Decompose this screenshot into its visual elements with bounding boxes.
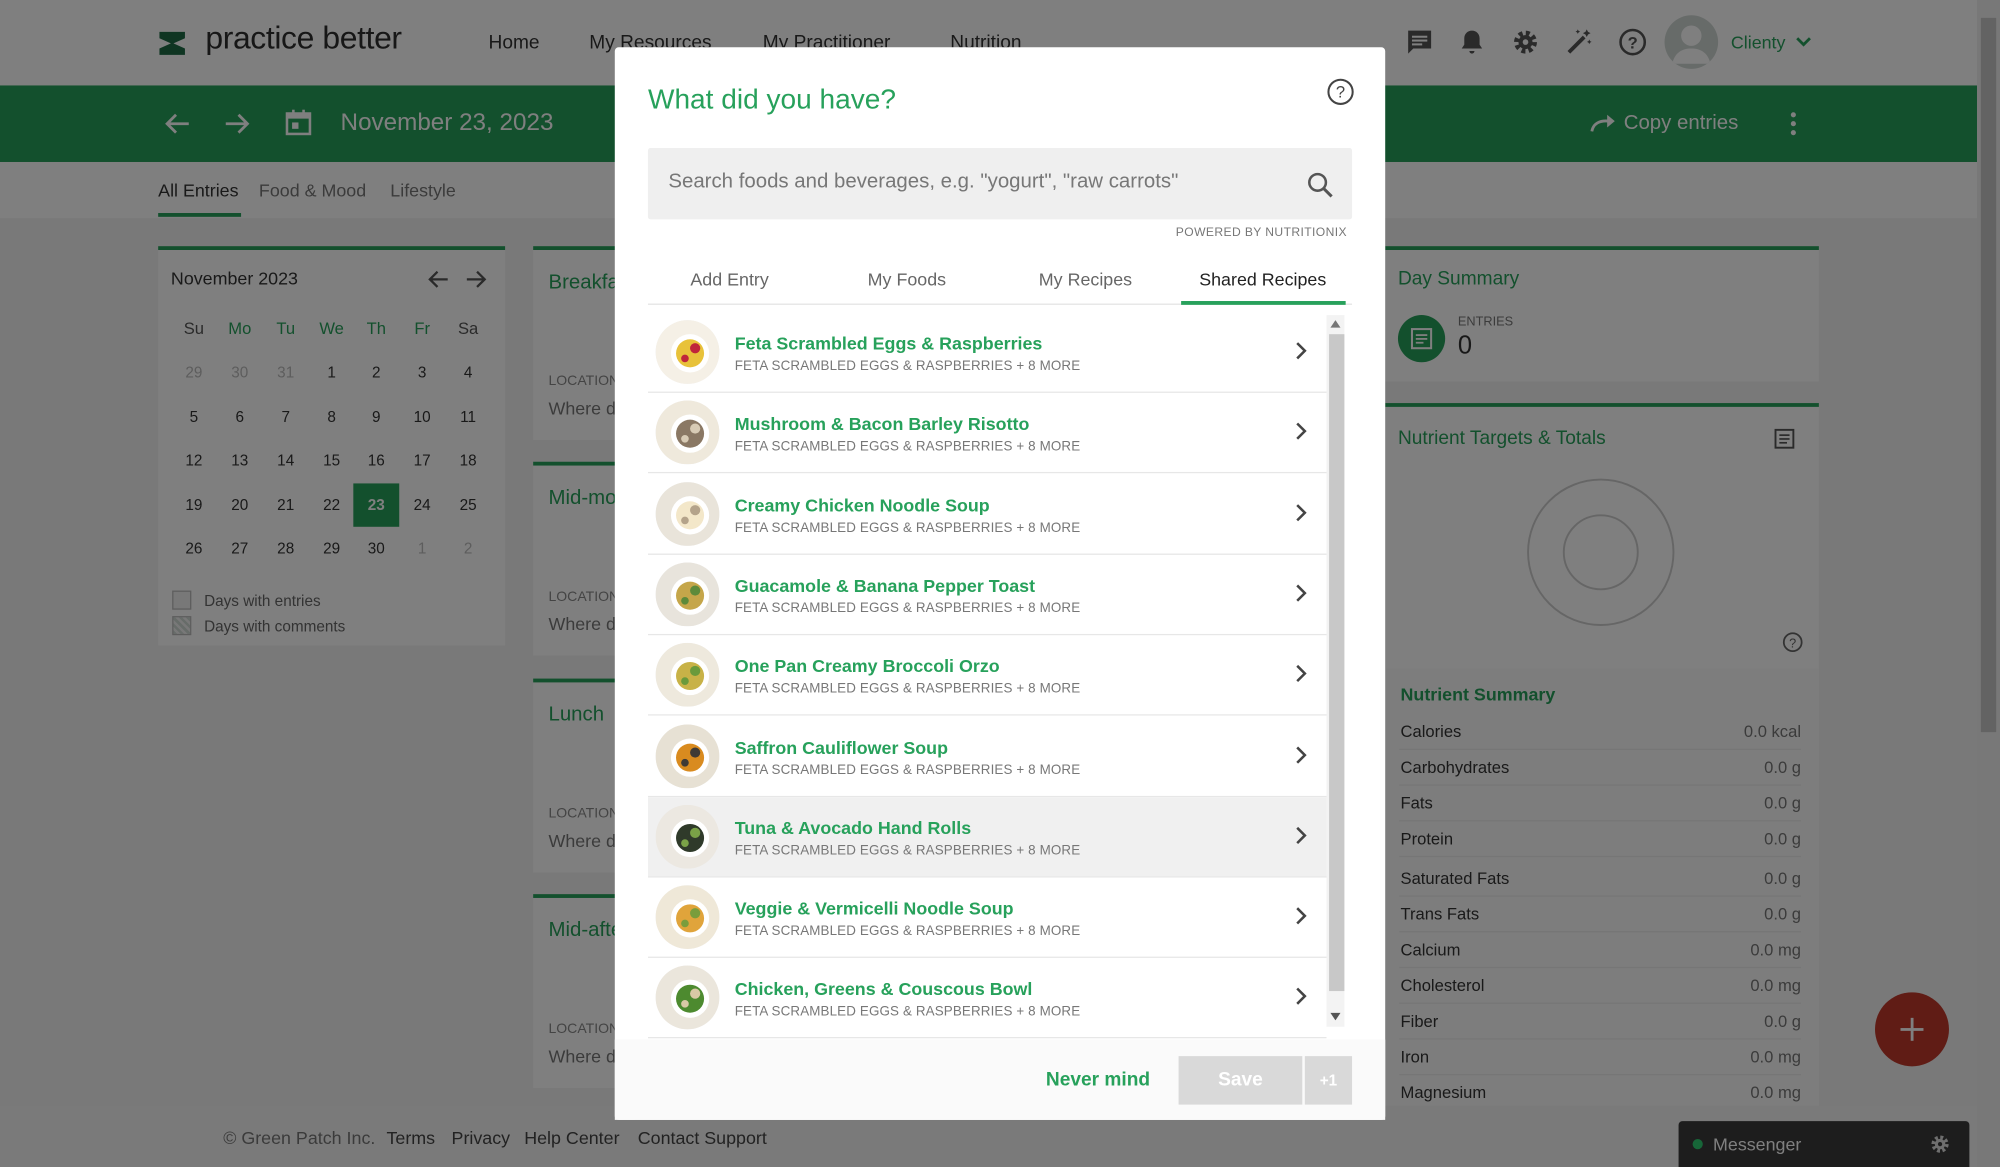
recipe-ingredients: FETA SCRAMBLED EGGS & RASPBERRIES + 8 MO… (734, 842, 1081, 859)
recipe-row[interactable]: Chicken, Greens & Couscous Bowl FETA SCR… (647, 958, 1327, 1039)
save-count-badge[interactable]: +1 (1304, 1056, 1353, 1105)
recipe-title: Feta Scrambled Eggs & Raspberries (734, 332, 1043, 354)
recipe-row[interactable]: Creamy Chicken Noodle Soup FETA SCRAMBLE… (647, 474, 1327, 555)
tab-add-entry[interactable]: Add Entry (640, 269, 819, 289)
recipe-title: Mushroom & Bacon Barley Risotto (734, 413, 1030, 435)
recipe-title: Creamy Chicken Noodle Soup (734, 494, 990, 515)
never-mind-button[interactable]: Never mind (1046, 1069, 1150, 1091)
chevron-right-icon[interactable] (1288, 661, 1314, 687)
recipe-ingredients: FETA SCRAMBLED EGGS & RASPBERRIES + 8 MO… (734, 439, 1081, 455)
chevron-right-icon[interactable] (1288, 984, 1314, 1010)
chevron-right-icon[interactable] (1288, 499, 1314, 525)
recipe-thumbnail (655, 966, 720, 1030)
chevron-right-icon[interactable] (1288, 580, 1314, 606)
recipe-list-scroll-thumb[interactable] (1329, 334, 1345, 992)
recipe-thumbnail (655, 643, 720, 707)
recipe-row[interactable]: Feta Scrambled Eggs & Raspberries FETA S… (647, 312, 1327, 393)
recipe-row[interactable]: Tuna & Avocado Hand Rolls FETA SCRAMBLED… (647, 796, 1327, 878)
search-icon[interactable] (1306, 171, 1334, 199)
recipe-row[interactable]: Saffron Cauliflower Soup FETA SCRAMBLED … (647, 716, 1327, 797)
recipe-row[interactable]: Mushroom & Bacon Barley Risotto FETA SCR… (647, 393, 1327, 474)
recipe-row[interactable]: Guacamole & Banana Pepper Toast FETA SCR… (647, 555, 1327, 636)
recipe-thumbnail (655, 723, 720, 788)
recipe-row[interactable]: Veggie & Vermicelli Noodle Soup FETA SCR… (647, 878, 1327, 959)
help-icon[interactable]: ? (1327, 78, 1355, 106)
tab-shared-recipes[interactable]: Shared Recipes (1173, 269, 1352, 289)
scroll-down-icon[interactable] (1330, 1012, 1341, 1021)
recipe-thumbnail (655, 320, 720, 384)
svg-text:?: ? (1336, 83, 1345, 102)
chevron-right-icon[interactable] (1288, 338, 1314, 364)
recipe-thumbnail (655, 885, 720, 950)
recipe-ingredients: FETA SCRAMBLED EGGS & RASPBERRIES + 8 MO… (734, 519, 1081, 536)
recipe-ingredients: FETA SCRAMBLED EGGS & RASPBERRIES + 8 MO… (734, 358, 1081, 374)
powered-by-nutritionix: POWERED BY NUTRITIONIX (1175, 225, 1347, 240)
recipe-ingredients: FETA SCRAMBLED EGGS & RASPBERRIES + 8 MO… (734, 1004, 1081, 1020)
active-tab-indicator (1181, 301, 1346, 305)
food-search-input[interactable]: Search foods and beverages, e.g. "yogurt… (647, 147, 1353, 220)
recipe-thumbnail (655, 400, 720, 465)
recipe-title: Tuna & Avocado Hand Rolls (734, 817, 972, 838)
food-entry-dialog: What did you have? ? Search foods and be… (614, 47, 1386, 1120)
chevron-right-icon[interactable] (1288, 742, 1314, 768)
recipe-thumbnail (655, 481, 720, 546)
scroll-up-icon[interactable] (1330, 320, 1341, 328)
recipe-title: One Pan Creamy Broccoli Orzo (734, 655, 1000, 677)
chevron-right-icon[interactable] (1288, 822, 1314, 848)
recipe-title: Guacamole & Banana Pepper Toast (734, 575, 1036, 596)
recipe-thumbnail (655, 562, 720, 627)
search-placeholder: Search foods and beverages, e.g. "yogurt… (668, 170, 1179, 193)
recipe-ingredients: FETA SCRAMBLED EGGS & RASPBERRIES + 8 MO… (734, 681, 1081, 697)
recipe-thumbnail (655, 804, 720, 869)
tab-my-foods[interactable]: My Foods (818, 269, 997, 289)
dialog-title: What did you have? (647, 82, 897, 115)
chevron-right-icon[interactable] (1288, 419, 1314, 445)
recipe-ingredients: FETA SCRAMBLED EGGS & RASPBERRIES + 8 MO… (734, 762, 1081, 778)
tab-my-recipes[interactable]: My Recipes (996, 269, 1175, 289)
recipe-ingredients: FETA SCRAMBLED EGGS & RASPBERRIES + 8 MO… (734, 600, 1081, 616)
recipe-title: Chicken, Greens & Couscous Bowl (734, 978, 1033, 1000)
recipe-title: Veggie & Vermicelli Noodle Soup (734, 898, 1014, 919)
recipe-ingredients: FETA SCRAMBLED EGGS & RASPBERRIES + 8 MO… (734, 923, 1081, 939)
save-button[interactable]: Save (1178, 1056, 1303, 1105)
app-root: practice better Home My Resources My Pra… (0, 0, 2000, 1167)
recipe-row[interactable]: One Pan Creamy Broccoli Orzo FETA SCRAMB… (647, 635, 1327, 716)
chevron-right-icon[interactable] (1288, 903, 1314, 929)
recipe-list: Feta Scrambled Eggs & Raspberries FETA S… (647, 312, 1327, 1039)
recipe-title: Saffron Cauliflower Soup (734, 736, 949, 758)
